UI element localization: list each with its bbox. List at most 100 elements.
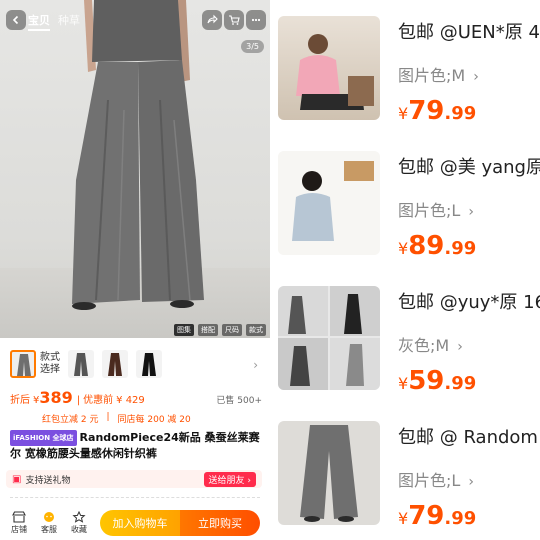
coupon-redpacket[interactable]: 红包立减 2 元	[40, 412, 100, 425]
chevron-right-icon: ›	[468, 204, 474, 220]
top-nav-bar: 宝贝 种草	[0, 0, 270, 40]
item-price: ¥79.99	[398, 501, 476, 531]
chevron-right-icon: ›	[473, 69, 479, 85]
item-thumbnail[interactable]	[278, 151, 380, 255]
gift-icon: ▣	[12, 473, 22, 485]
coupon-row[interactable]: 红包立减 2 元 | 同店每 200 减 20	[40, 412, 193, 425]
price-prefix: 折后	[10, 395, 30, 406]
media-tab-style[interactable]: 款式	[246, 324, 266, 336]
list-item[interactable]: 包邮 @yuy*原 16 灰色;M › ¥59.99	[270, 270, 540, 405]
product-detail-panel: 宝贝 种草 3/5 图集 搭配 尺码 款式 款式 选择 › 折后 ¥ 389 |…	[0, 0, 270, 540]
price-int: 79	[408, 501, 445, 531]
more-button[interactable]	[246, 10, 266, 30]
media-tabs: 图集 搭配 尺码 款式	[174, 324, 266, 336]
price-row: 折后 ¥ 389 | 优惠前 ¥ 429 已售 500+	[10, 388, 262, 407]
favorite-button[interactable]: 收藏	[64, 510, 94, 535]
send-to-friend-button[interactable]: 送给朋友 ›	[203, 471, 256, 487]
item-price: ¥59.99	[398, 366, 476, 396]
gift-row[interactable]: ▣ 支持送礼物 送给朋友 ›	[6, 470, 262, 488]
price-yen: ¥	[398, 509, 409, 528]
screen: 宝贝 种草 3/5 图集 搭配 尺码 款式 款式 选择 › 折后 ¥ 389 |…	[0, 0, 540, 540]
pants-photo	[72, 0, 204, 310]
variant-thumb-black[interactable]	[136, 350, 162, 378]
price-int: 79	[408, 96, 445, 126]
variant-label: 款式 选择	[40, 352, 60, 375]
share-button[interactable]	[202, 10, 222, 30]
service-button[interactable]: 客服	[34, 511, 64, 535]
item-title: 包邮 @ Random	[398, 427, 538, 448]
tab-product[interactable]: 宝贝	[28, 12, 50, 31]
list-item[interactable]: 包邮 @ Random 图片色;L › ¥79.99	[270, 405, 540, 540]
star-icon	[72, 510, 86, 523]
item-spec-text: 图片色;L	[398, 471, 461, 490]
tab-grass[interactable]: 种草	[58, 12, 80, 31]
price-int: 89	[408, 231, 445, 261]
item-price: ¥89.99	[398, 231, 476, 261]
favorite-label: 收藏	[71, 524, 87, 534]
top-tabs: 宝贝 种草	[28, 12, 80, 31]
item-title: 包邮 @UEN*原 4	[398, 22, 540, 43]
chevron-right-icon[interactable]: ›	[253, 358, 258, 372]
service-icon	[44, 511, 54, 522]
price-dec: .99	[444, 508, 477, 529]
item-thumbnail[interactable]	[278, 16, 380, 120]
store-button[interactable]: 店铺	[4, 510, 34, 535]
item-spec[interactable]: 灰色;M ›	[398, 332, 463, 356]
ifashion-badge: iFASHION 全球店	[10, 430, 77, 446]
item-list-panel: 包邮 @UEN*原 4 图片色;M › ¥79.99 包邮 @美 yang原 图片…	[270, 0, 540, 540]
price-before-value: ¥ 429	[116, 395, 145, 406]
product-hero-image[interactable]: 宝贝 种草 3/5 图集 搭配 尺码 款式	[0, 0, 270, 338]
item-spec[interactable]: 图片色;L ›	[398, 197, 474, 221]
price-separator: |	[76, 395, 81, 406]
back-arrow-icon	[12, 15, 19, 25]
price-yen: ¥	[398, 374, 409, 393]
variant-thumb-brown[interactable]	[102, 350, 128, 378]
price-int: 59	[408, 366, 445, 396]
item-price: ¥79.99	[398, 96, 476, 126]
item-title: 包邮 @yuy*原 16	[398, 292, 540, 313]
product-title-block: iFASHION 全球店 RandomPiece24新品 桑蚕丝莱赛尔 宽橡筋腰头…	[10, 430, 262, 462]
coupon-store[interactable]: 同店每 200 减 20	[116, 412, 193, 425]
item-spec-text: 图片色;L	[398, 201, 461, 220]
store-label: 店铺	[11, 524, 27, 534]
item-spec-text: 灰色;M	[398, 336, 450, 355]
list-item[interactable]: 包邮 @UEN*原 4 图片色;M › ¥79.99	[270, 0, 540, 135]
back-button[interactable]	[6, 10, 26, 30]
bottom-action-bar: 店铺 客服 收藏 加入购物车 立即购买	[0, 505, 270, 540]
service-label: 客服	[41, 524, 57, 534]
price-value: 389	[39, 388, 73, 407]
variant-thumb-grey[interactable]	[10, 350, 36, 378]
list-item[interactable]: 包邮 @美 yang原 图片色;L › ¥89.99	[270, 135, 540, 270]
media-tab-gallery[interactable]: 图集	[174, 324, 194, 336]
item-thumbnail[interactable]	[278, 421, 380, 525]
share-icon	[207, 14, 218, 24]
variant-selected[interactable]: 款式 选择	[10, 350, 60, 378]
item-spec[interactable]: 图片色;L ›	[398, 467, 474, 491]
chevron-right-icon: ›	[468, 474, 474, 490]
media-tab-outfit[interactable]: 搭配	[198, 324, 218, 336]
buy-now-button[interactable]: 立即购买	[180, 509, 260, 536]
item-title: 包邮 @美 yang原	[398, 157, 540, 178]
add-to-cart-button[interactable]: 加入购物车	[100, 509, 180, 536]
chevron-right-icon: ›	[457, 339, 463, 355]
variant-selector[interactable]: 款式 选择 ›	[0, 342, 270, 386]
price-dec: .99	[444, 238, 477, 259]
price-yen: ¥	[398, 239, 409, 258]
more-dots-icon	[251, 18, 261, 22]
price-before-label: 优惠前	[83, 395, 114, 406]
divider	[10, 497, 260, 503]
cart-icon	[229, 15, 240, 25]
item-spec[interactable]: 图片色;M ›	[398, 62, 479, 86]
price-yen: ¥	[398, 104, 409, 123]
coupon-separator: |	[106, 412, 110, 422]
store-icon	[12, 510, 26, 523]
media-tab-size[interactable]: 尺码	[222, 324, 242, 336]
price-dec: .99	[444, 373, 477, 394]
sold-count: 已售 500+	[216, 396, 262, 406]
price-dec: .99	[444, 103, 477, 124]
gift-label: 支持送礼物	[25, 475, 71, 486]
variant-thumb-grey-2[interactable]	[68, 350, 94, 378]
cart-button[interactable]	[224, 10, 244, 30]
item-thumbnail[interactable]	[278, 286, 380, 390]
item-spec-text: 图片色;M	[398, 66, 466, 85]
